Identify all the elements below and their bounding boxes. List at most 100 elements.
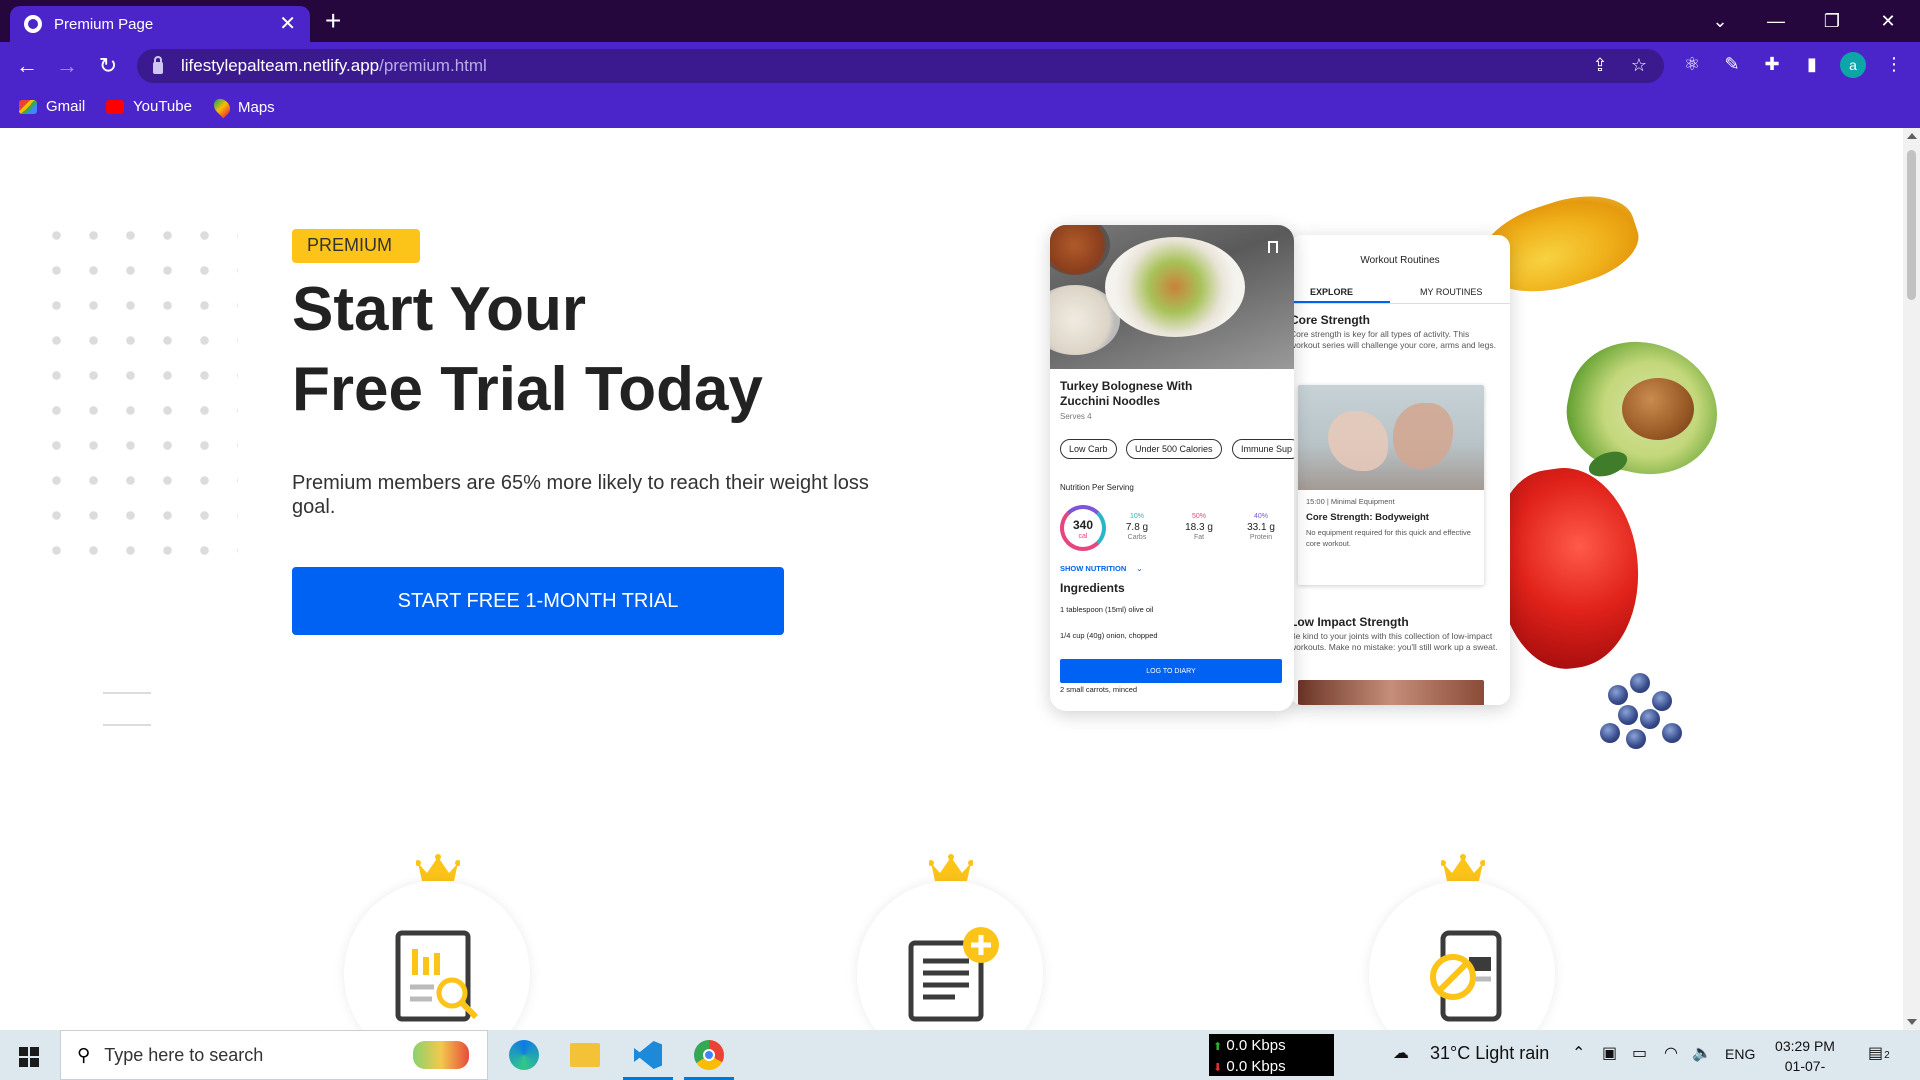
card-desc: No equipment required for this quick and…: [1306, 528, 1471, 548]
clock[interactable]: 03:29 PM 01-07-2022: [1770, 1036, 1840, 1080]
blueberry: [1630, 673, 1650, 693]
clock-date: 01-07-2022: [1784, 1058, 1826, 1080]
avocado-seed: [1622, 378, 1694, 440]
feature-no-ads: [1369, 853, 1559, 1030]
extension-feather-icon[interactable]: ✎: [1720, 54, 1744, 78]
workout-card: 15:00 | Minimal Equipment Core Strength:…: [1298, 385, 1484, 585]
ingredient-item: 1 tablespoon (15ml) olive oil: [1060, 605, 1154, 614]
dot-pattern-decoration: [38, 218, 238, 568]
weather-widget-icon: [413, 1041, 469, 1069]
search-placeholder: Type here to search: [104, 1044, 264, 1065]
feature-circle: [344, 881, 530, 1030]
browser-toolbar: ← → ↻ lifestylepalteam.netlify.app/premi…: [0, 42, 1920, 90]
ingredient-item: 1/4 cup (40g) onion, chopped: [1060, 631, 1158, 640]
volume-icon[interactable]: 🔈: [1692, 1043, 1712, 1063]
start-free-trial-button[interactable]: START FREE 1-MONTH TRIAL: [292, 567, 784, 635]
premium-badge: PREMIUM: [292, 229, 420, 263]
wifi-icon[interactable]: ◠: [1664, 1043, 1678, 1063]
bookmark-gmail[interactable]: Gmail: [19, 98, 85, 115]
blueberry: [1626, 729, 1646, 749]
workout-photo: [1298, 385, 1484, 490]
upload-arrow-icon: ⬆: [1213, 1041, 1223, 1053]
bookmark-icon: [1268, 241, 1278, 253]
card-title: Core Strength: Bodyweight: [1306, 512, 1429, 523]
recipe-serves: Serves 4: [1060, 412, 1092, 421]
notification-count: 2: [1884, 1050, 1890, 1061]
tab-search-icon[interactable]: ⌄: [1692, 0, 1748, 42]
bookmark-star-icon[interactable]: ☆: [1627, 55, 1651, 76]
crown-icon: [1441, 854, 1485, 881]
windows-start-icon[interactable]: [19, 1047, 39, 1067]
scroll-up-icon[interactable]: [1907, 133, 1917, 139]
scroll-down-icon[interactable]: [1907, 1019, 1917, 1025]
log-to-diary-button: LOG TO DIARY: [1060, 659, 1282, 683]
scroll-thumb[interactable]: [1907, 150, 1916, 300]
youtube-icon: [106, 99, 124, 114]
blueberry: [1662, 723, 1682, 743]
side-panel-icon[interactable]: ▮: [1800, 54, 1824, 78]
bookmark-label: YouTube: [133, 98, 192, 115]
chrome-icon[interactable]: [684, 1038, 734, 1080]
tab-title: Premium Page: [54, 15, 154, 33]
extensions-puzzle-icon[interactable]: ✚: [1760, 54, 1784, 78]
macro-value: 18.3 g: [1185, 522, 1213, 533]
lock-icon: [153, 56, 163, 74]
bookmark-youtube[interactable]: YouTube: [106, 98, 192, 115]
net-down: 0.0 Kbps: [1226, 1058, 1286, 1075]
page-scrollbar[interactable]: [1903, 128, 1920, 1030]
meet-now-icon[interactable]: ▣: [1602, 1043, 1617, 1063]
minimize-button[interactable]: —: [1748, 0, 1804, 42]
macro-label: Protein: [1249, 534, 1273, 541]
divider: [103, 724, 151, 726]
back-button[interactable]: ←: [11, 50, 43, 82]
workout-photo: [1298, 680, 1484, 705]
card-meta: 15:00 | Minimal Equipment: [1306, 497, 1395, 506]
tab-close-icon[interactable]: ✕: [279, 14, 296, 34]
bookmark-maps[interactable]: Maps: [210, 95, 275, 119]
food-bowl: [1105, 237, 1245, 337]
file-explorer-icon[interactable]: [568, 1038, 602, 1072]
share-icon[interactable]: ⇪: [1588, 55, 1612, 76]
restore-button[interactable]: ❐: [1804, 0, 1860, 42]
tab-premium-page[interactable]: Premium Page ✕: [10, 6, 310, 42]
url-host: lifestylepalteam.netlify.app: [181, 56, 380, 75]
weather-rain-icon[interactable]: ☁: [1393, 1043, 1409, 1063]
blueberry: [1618, 705, 1638, 725]
chevron-down-icon: ⌄: [1136, 564, 1143, 573]
notifications-icon[interactable]: ▤2: [1868, 1043, 1890, 1063]
forward-button[interactable]: →: [51, 50, 83, 82]
macro-label: Fat: [1193, 534, 1205, 541]
url-path: /premium.html: [379, 56, 487, 75]
headline-line-2: Free Trial Today: [292, 355, 763, 424]
macro-fat: 50% 18.3 g Fat: [1174, 513, 1224, 541]
taskbar-search[interactable]: ⚲ Type here to search: [60, 1030, 488, 1080]
macro-pct: 40%: [1253, 513, 1268, 520]
tab-divider: [1290, 303, 1510, 304]
macro-pct: 10%: [1129, 513, 1144, 520]
macro-pct: 50%: [1191, 513, 1206, 520]
hero-image: Workout Routines EXPLORE MY ROUTINES Cor…: [1040, 180, 1740, 753]
section-low-impact-desc: Be kind to your joints with this collect…: [1290, 631, 1498, 652]
chevron-up-icon[interactable]: ⌃: [1572, 1043, 1585, 1063]
menu-kebab-icon[interactable]: ⋮: [1882, 54, 1906, 78]
ingredient-item: 2 small carrots, minced: [1060, 685, 1138, 694]
close-window-button[interactable]: ✕: [1860, 0, 1916, 42]
feature-circle: [857, 881, 1043, 1030]
battery-icon[interactable]: ▭: [1632, 1043, 1647, 1063]
network-speed-widget: ⬆ 0.0 Kbps ⬇ 0.0 Kbps: [1209, 1034, 1334, 1076]
vscode-icon[interactable]: [623, 1038, 673, 1080]
macro-label: Carbs: [1127, 534, 1147, 541]
show-nutrition-label: SHOW NUTRITION: [1060, 564, 1127, 573]
workout-header: Workout Routines: [1360, 255, 1440, 266]
weather-text[interactable]: 31°C Light rain: [1430, 1043, 1549, 1064]
bookmark-label: Maps: [238, 98, 275, 116]
new-tab-button[interactable]: +: [325, 6, 341, 36]
reload-button[interactable]: ↻: [92, 50, 124, 82]
nutrition-heading: Nutrition Per Serving: [1060, 483, 1134, 492]
edge-icon[interactable]: [507, 1038, 541, 1072]
react-devtools-icon[interactable]: ⚛: [1680, 54, 1704, 78]
profile-avatar[interactable]: a: [1840, 52, 1866, 78]
page-title: Start Your Free Trial Today: [292, 270, 892, 430]
language-indicator[interactable]: ENG: [1725, 1046, 1755, 1062]
address-bar[interactable]: lifestylepalteam.netlify.app/premium.htm…: [137, 49, 1664, 83]
